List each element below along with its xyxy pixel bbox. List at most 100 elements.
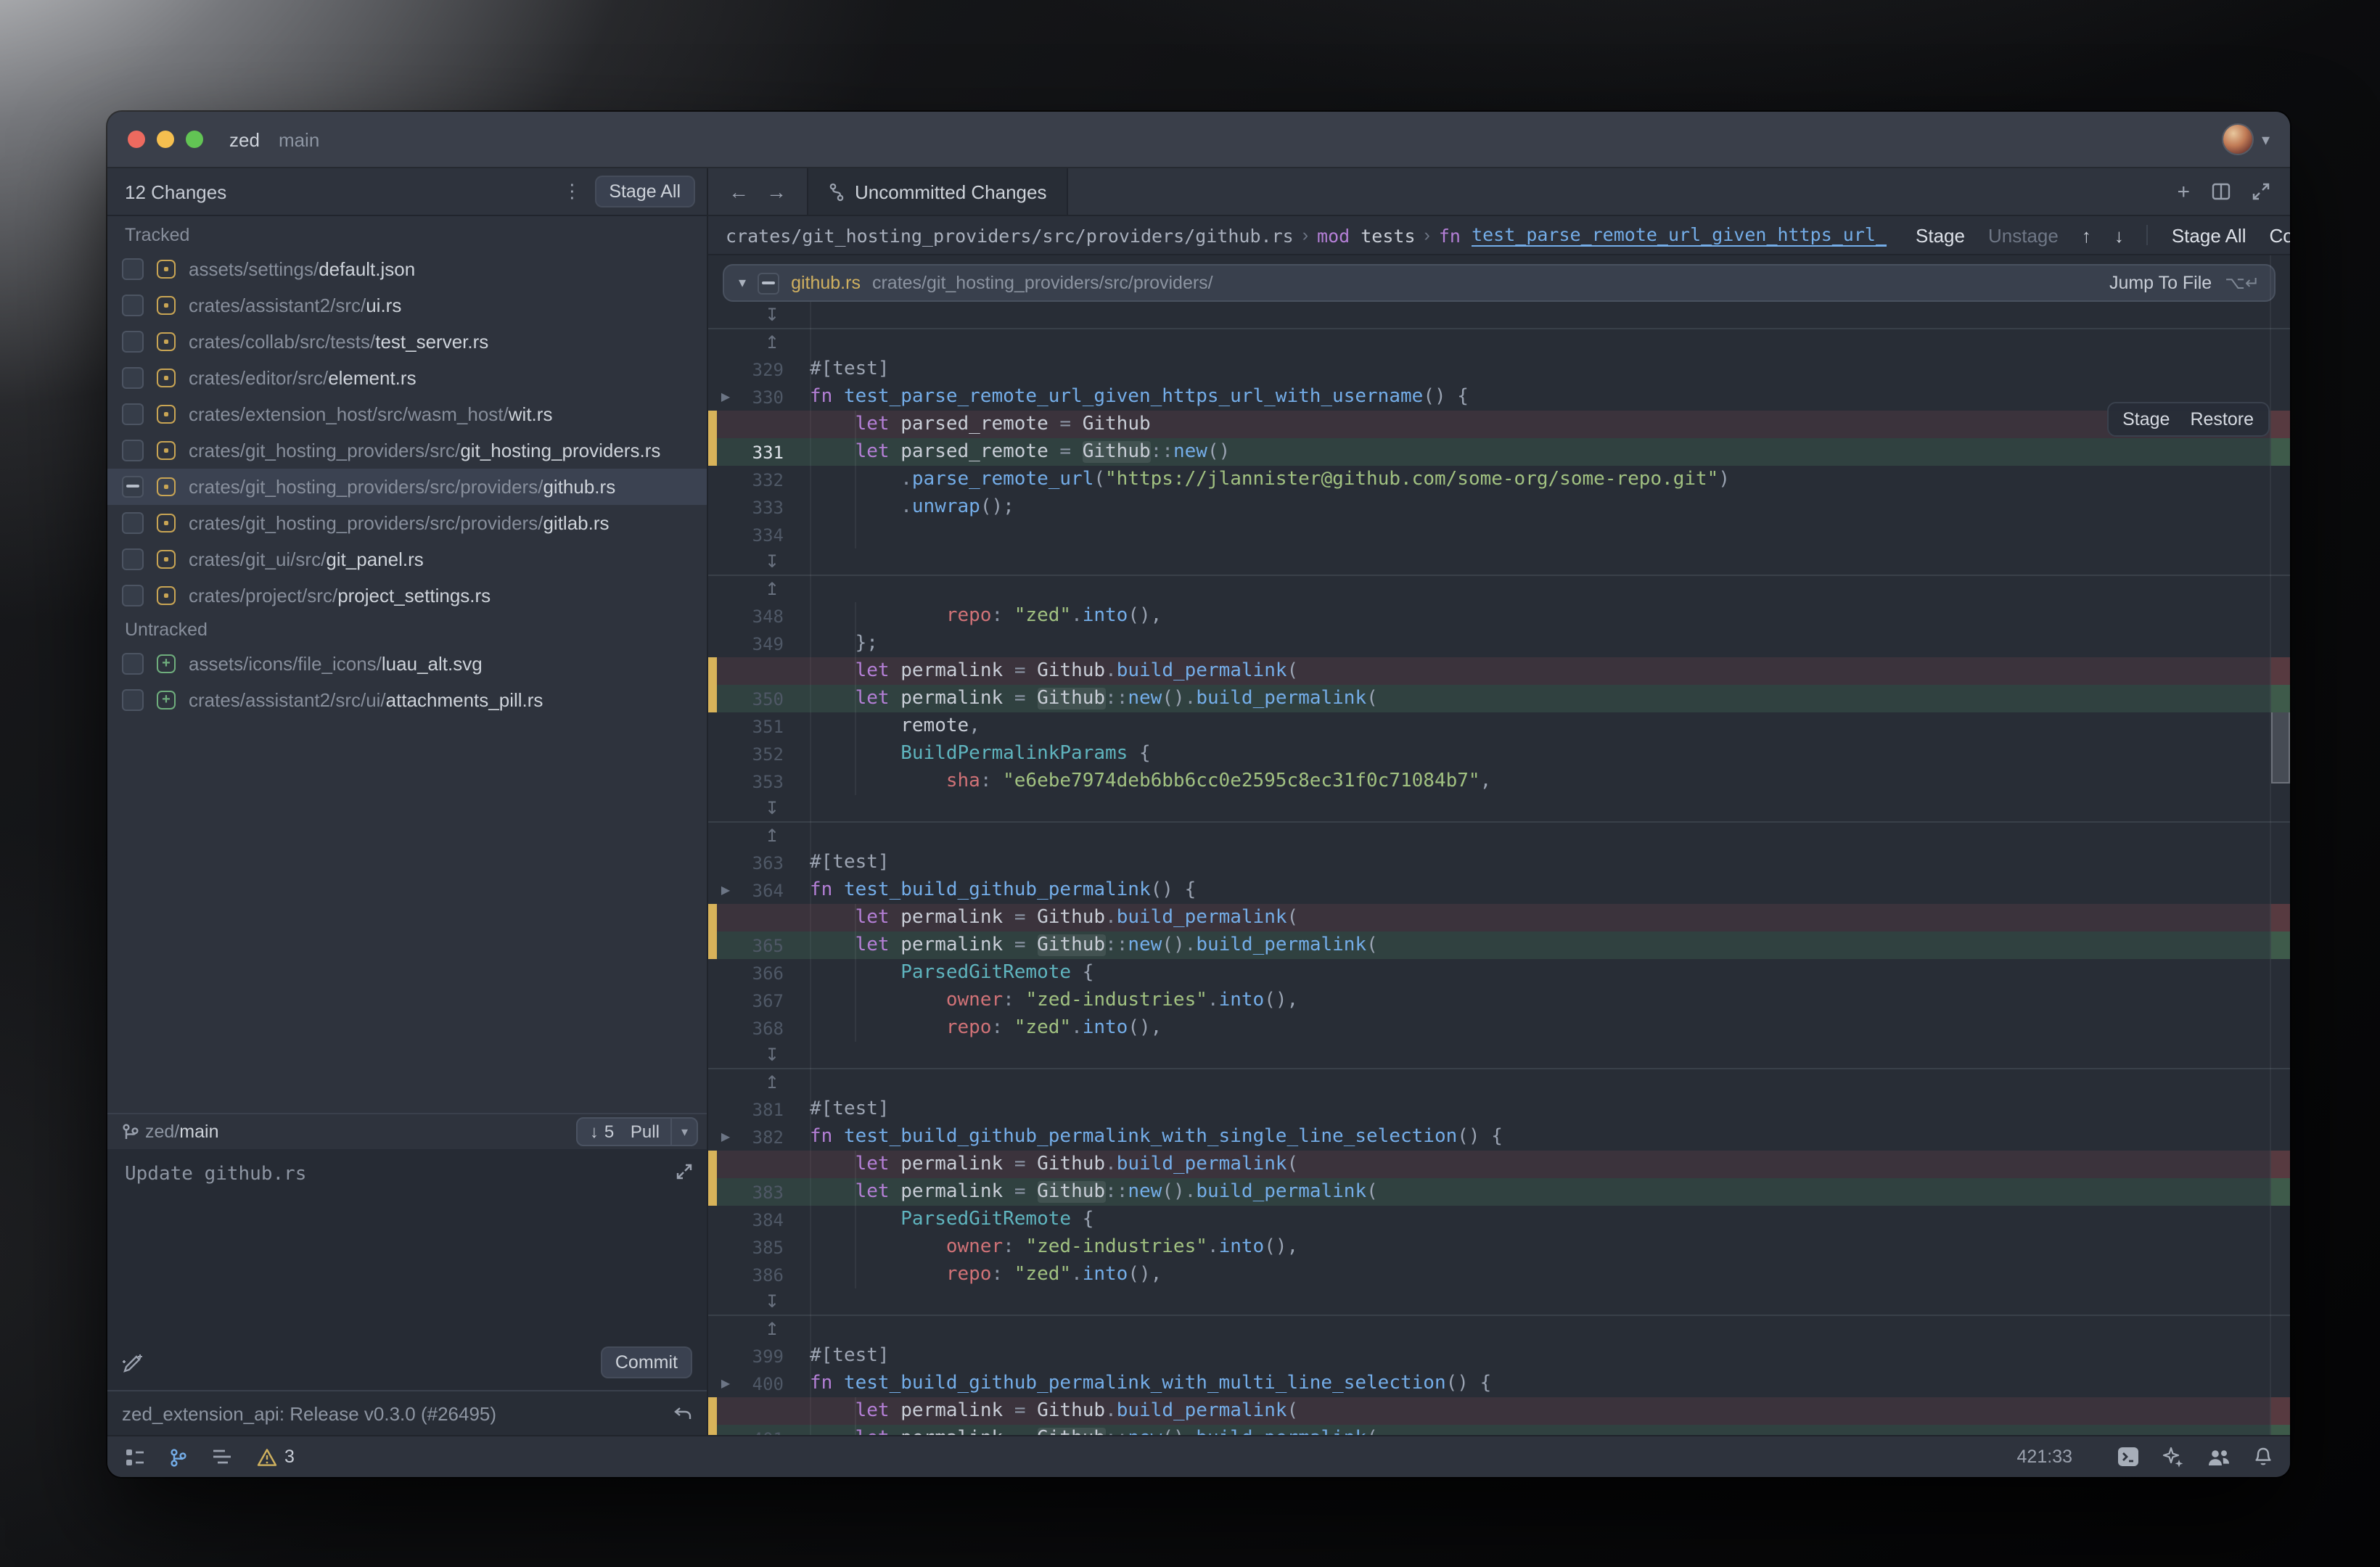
collaboration-icon[interactable] [2207, 1447, 2231, 1466]
code-line[interactable]: 401 let permalink = Github::new().build_… [708, 1425, 2290, 1435]
stage-checkbox[interactable] [122, 403, 144, 425]
jump-to-file-button[interactable]: Jump To File [2109, 273, 2212, 293]
code-line[interactable]: let permalink = Github.build_permalink( [708, 1151, 2290, 1178]
expand-down-icon[interactable]: ↧ [708, 551, 810, 572]
stage-all-button[interactable]: Stage All [594, 176, 695, 207]
expand-up-icon[interactable]: ↥ [708, 579, 810, 599]
new-tab-icon[interactable]: + [2177, 179, 2190, 204]
outline-panel-icon[interactable] [212, 1448, 232, 1465]
code-line[interactable]: 332 .parse_remote_url("https://jlanniste… [708, 466, 2290, 493]
expand-down-icon[interactable]: ↧ [708, 1291, 810, 1312]
expand-up-icon[interactable]: ↥ [708, 1319, 810, 1339]
project-panel-icon[interactable] [125, 1447, 145, 1466]
file-row[interactable]: crates/collab/src/tests/test_server.rs [107, 324, 707, 360]
close-button[interactable] [128, 131, 145, 148]
file-row[interactable]: crates/git_hosting_providers/src/provide… [107, 505, 707, 541]
commit-button[interactable]: Commit [601, 1346, 692, 1378]
file-row[interactable]: +crates/assistant2/src/ui/attachments_pi… [107, 682, 707, 718]
run-test-icon[interactable]: ▶ [717, 1378, 734, 1389]
commit-message-editor[interactable]: Update github.rs Commit [107, 1149, 707, 1390]
undo-commit-icon[interactable] [673, 1405, 692, 1421]
code-line[interactable]: 351 remote, [708, 712, 2290, 740]
code-line[interactable]: ▶364fn test_build_github_permalink() { [708, 876, 2290, 904]
expand-up-icon[interactable]: ↥ [708, 332, 810, 353]
code-line[interactable]: let parsed_remote = Github [708, 411, 2290, 438]
overflow-menu-icon[interactable]: ⋮ [558, 180, 586, 203]
stage-checkbox[interactable] [122, 512, 144, 534]
user-avatar[interactable] [2224, 125, 2253, 154]
stage-checkbox[interactable] [122, 689, 144, 711]
code-line[interactable]: 353 sha: "e6ebe7974deb6bb6cc0e2595c8ec31… [708, 768, 2290, 795]
unstage-button[interactable]: Unstage [1988, 224, 2059, 246]
stage-checkbox[interactable] [122, 585, 144, 606]
file-row[interactable]: crates/assistant2/src/ui.rs [107, 287, 707, 324]
stage-checkbox[interactable] [122, 548, 144, 570]
code-line[interactable]: 349 }; [708, 630, 2290, 657]
split-pane-icon[interactable] [2212, 183, 2231, 200]
assistant-sparkle-icon[interactable] [2162, 1446, 2184, 1468]
toolbar-commit-button[interactable]: Commit [2270, 224, 2291, 246]
expand-down-icon[interactable]: ↧ [708, 798, 810, 818]
file-row[interactable]: +assets/icons/file_icons/luau_alt.svg [107, 646, 707, 682]
expand-up-icon[interactable]: ↥ [708, 1072, 810, 1093]
ai-generate-message-icon[interactable] [122, 1352, 144, 1373]
maximize-pane-icon[interactable] [2252, 183, 2270, 200]
diff-editor[interactable]: ▾ github.rs crates/git_hosting_providers… [708, 255, 2290, 1435]
stage-checkbox[interactable] [122, 653, 144, 675]
file-row[interactable]: crates/project/src/project_settings.rs [107, 577, 707, 614]
code-line[interactable]: 386 repo: "zed".into(), [708, 1261, 2290, 1288]
file-row[interactable]: crates/editor/src/element.rs [107, 360, 707, 396]
code-line[interactable]: 367 owner: "zed-industries".into(), [708, 987, 2290, 1014]
file-row[interactable]: assets/settings/default.json [107, 251, 707, 287]
code-line[interactable]: 383 let permalink = Github::new().build_… [708, 1178, 2290, 1206]
code-line[interactable]: 363#[test] [708, 849, 2290, 876]
pull-menu-chevron[interactable]: ▾ [671, 1119, 697, 1145]
code-line[interactable]: 331 let parsed_remote = Github::new() [708, 438, 2290, 466]
hunk-restore-button[interactable]: Restore [2190, 409, 2254, 429]
code-line[interactable]: ▶382fn test_build_github_permalink_with_… [708, 1123, 2290, 1151]
project-name[interactable]: zed [229, 128, 260, 150]
expand-up-icon[interactable]: ↥ [708, 826, 810, 846]
git-panel-icon[interactable] [170, 1447, 187, 1466]
file-stage-checkbox[interactable] [758, 272, 779, 294]
nav-back-button[interactable]: ← [729, 180, 749, 203]
code-line[interactable]: 333 .unwrap(); [708, 493, 2290, 521]
tab-uncommitted-changes[interactable]: Uncommitted Changes [807, 168, 1068, 215]
code-line[interactable]: 348 repo: "zed".into(), [708, 602, 2290, 630]
code-line[interactable]: 334 [708, 521, 2290, 548]
next-hunk-icon[interactable]: ↓ [2114, 224, 2124, 246]
run-test-icon[interactable]: ▶ [717, 884, 734, 896]
file-row[interactable]: crates/git_hosting_providers/src/git_hos… [107, 432, 707, 469]
repo-name[interactable]: zed/ [145, 1122, 179, 1142]
hunk-stage-button[interactable]: Stage [2122, 409, 2170, 429]
code-line[interactable]: 365 let permalink = Github::new().build_… [708, 931, 2290, 959]
code-line[interactable]: 385 owner: "zed-industries".into(), [708, 1233, 2290, 1261]
code-line[interactable]: ▶400fn test_build_github_permalink_with_… [708, 1370, 2290, 1397]
stage-button[interactable]: Stage [1916, 224, 1965, 246]
run-test-icon[interactable]: ▶ [717, 391, 734, 403]
pull-button[interactable]: ↓5 Pull [578, 1119, 671, 1145]
chevron-down-icon[interactable]: ▾ [2262, 130, 2270, 149]
diagnostics-summary[interactable]: 3 [257, 1447, 295, 1467]
code-line[interactable]: 399#[test] [708, 1342, 2290, 1370]
code-line[interactable]: 384 ParsedGitRemote { [708, 1206, 2290, 1233]
stage-checkbox[interactable] [122, 295, 144, 316]
code-line[interactable]: let permalink = Github.build_permalink( [708, 904, 2290, 931]
code-line[interactable]: 381#[test] [708, 1095, 2290, 1123]
stage-checkbox[interactable] [122, 476, 144, 498]
code-line[interactable]: 368 repo: "zed".into(), [708, 1014, 2290, 1042]
titlebar-branch[interactable]: main [279, 128, 319, 150]
notifications-bell-icon[interactable] [2254, 1447, 2273, 1467]
prev-hunk-icon[interactable]: ↑ [2082, 224, 2091, 246]
expand-commit-editor-icon[interactable] [676, 1164, 692, 1180]
code-line[interactable]: let permalink = Github.build_permalink( [708, 1397, 2290, 1425]
code-line[interactable]: 350 let permalink = Github::new().build_… [708, 685, 2290, 712]
zoom-button[interactable] [186, 131, 203, 148]
code-line[interactable]: ▶330fn test_parse_remote_url_given_https… [708, 383, 2290, 411]
toolbar-stage-all-button[interactable]: Stage All [2172, 224, 2246, 246]
cursor-position[interactable]: 421:33 [2017, 1447, 2072, 1467]
run-test-icon[interactable]: ▶ [717, 1131, 734, 1143]
file-row[interactable]: crates/git_ui/src/git_panel.rs [107, 541, 707, 577]
stage-checkbox[interactable] [122, 440, 144, 461]
breadcrumb[interactable]: crates/git_hosting_providers/src/provide… [708, 216, 2290, 255]
